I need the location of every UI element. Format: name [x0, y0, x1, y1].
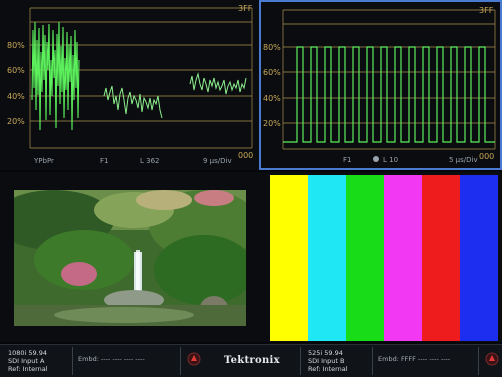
color-bar-red [422, 175, 460, 341]
alarm-icon[interactable] [186, 351, 202, 367]
bottom-right-label: 000 [238, 151, 253, 160]
input-b-status[interactable]: 525i 59.94 SDI Input B Ref: Internal [308, 349, 348, 373]
input-b-format: 525i 59.94 [308, 349, 343, 357]
color-bar-blue [460, 175, 498, 341]
grid-label-60: 60% [7, 66, 25, 75]
waveform-b: 80% 60% 40% 20% 3FF 000 F1 L 10 5 µs/Div [263, 6, 496, 164]
grid-label-40: 40% [7, 92, 25, 101]
top-right-label: 3FF [238, 4, 253, 13]
color-bar-green [346, 175, 384, 341]
color-bar-cyan [308, 175, 346, 341]
color-bars [270, 175, 498, 341]
grid-label-20: 20% [7, 117, 25, 126]
trace-a-mid [103, 85, 163, 119]
tektronix-logo: Tektronix [224, 355, 280, 366]
cursor-icon [373, 156, 379, 162]
footer-field: F1 [343, 156, 351, 164]
status-bar: 1080i 59.94 SDI Input A Ref: Internal Em… [0, 344, 502, 377]
footer-sweep: 5 µs/Div [449, 156, 478, 164]
footer-format: YPbPr [33, 157, 54, 165]
input-a-format: 1080i 59.94 [8, 349, 48, 357]
input-a-input: SDI Input A [8, 357, 45, 365]
grid-label-60: 60% [263, 68, 281, 77]
waveform-tile-b[interactable]: 80% 60% 40% 20% 3FF 000 F1 L 10 5 µs/Div [259, 0, 502, 170]
divider [180, 347, 181, 375]
garden-picture-image [14, 190, 246, 326]
trace-a [31, 21, 80, 131]
top-right-label: 3FF [479, 6, 494, 15]
waveform-tile-a[interactable]: 80% 60% 40% 20% 3FF 000 YPbPr F1 L 362 9… [0, 0, 259, 170]
divider [478, 347, 479, 375]
grid-label-80: 80% [7, 41, 25, 50]
grid-label-40: 40% [263, 94, 281, 103]
color-bar-yellow [270, 175, 308, 341]
input-a-ref: Ref: Internal [8, 365, 48, 373]
divider [72, 347, 73, 375]
grid-label-80: 80% [263, 43, 281, 52]
grid-label-20: 20% [263, 119, 281, 128]
bottom-right-label: 000 [479, 152, 494, 161]
divider [372, 347, 373, 375]
color-bar-magenta [384, 175, 422, 341]
footer-sweep: 9 µs/Div [203, 157, 232, 165]
waveform-monitor-screen: 80% 60% 40% 20% 3FF 000 YPbPr F1 L 362 9… [0, 0, 502, 377]
picture-display [14, 190, 246, 326]
footer-line: L 10 [383, 156, 398, 164]
trace-b [283, 46, 495, 143]
input-a-status[interactable]: 1080i 59.94 SDI Input A Ref: Internal [8, 349, 48, 373]
trace-a-right [189, 72, 247, 95]
footer-field: F1 [100, 157, 108, 165]
input-b-input: SDI Input B [308, 357, 345, 365]
waveform-a: 80% 60% 40% 20% 3FF 000 YPbPr F1 L 362 9… [7, 4, 253, 165]
divider [300, 347, 301, 375]
input-b-embd: Embd: FFFF ---- ---- ---- [378, 355, 451, 363]
alarm-icon[interactable] [484, 351, 500, 367]
input-a-embd: Embd: ---- ---- ---- ---- [78, 355, 145, 363]
input-b-ref: Ref: Internal [308, 365, 348, 373]
footer-line: L 362 [140, 157, 160, 165]
